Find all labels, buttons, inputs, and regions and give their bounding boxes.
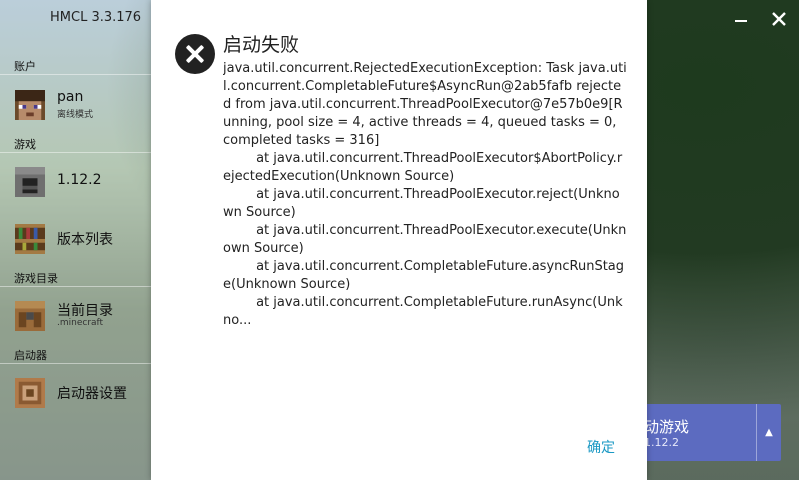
account-name: pan — [57, 89, 84, 105]
divider — [0, 363, 151, 364]
minimize-icon — [730, 8, 752, 30]
section-game-dir: 游戏目录 — [14, 272, 58, 285]
game-version-item[interactable]: 1.12.2 — [0, 160, 151, 204]
command-block-icon — [15, 378, 45, 408]
current-dir-item[interactable]: 当前目录 .minecraft — [0, 294, 151, 338]
furnace-icon — [15, 167, 45, 197]
sidebar: HMCL 3.3.176 账户 pan 离线模式 游戏 1.12.2 版本列表 … — [0, 0, 151, 480]
current-dir-path: .minecraft — [57, 318, 104, 328]
close-window-button[interactable] — [768, 8, 790, 30]
chevron-up-icon: ▲ — [765, 427, 773, 438]
section-game: 游戏 — [14, 138, 36, 151]
account-item[interactable]: pan 离线模式 — [0, 83, 151, 127]
launch-version: 1.12.2 — [644, 436, 679, 449]
error-icon — [175, 34, 215, 74]
section-launcher: 启动器 — [14, 349, 47, 362]
section-account: 账户 — [14, 60, 36, 73]
ok-button[interactable]: 确定 — [571, 436, 631, 460]
game-version-label: 1.12.2 — [57, 172, 102, 188]
divider — [0, 74, 151, 75]
divider — [0, 286, 151, 287]
launch-title: 动游戏 — [644, 418, 690, 436]
bookshelf-icon — [15, 224, 45, 254]
version-list-label: 版本列表 — [57, 232, 113, 248]
player-avatar — [15, 90, 45, 120]
launcher-settings-item[interactable]: 启动器设置 — [0, 371, 151, 415]
dialog-title: 启动失败 — [223, 34, 300, 56]
minimize-button[interactable] — [730, 8, 752, 30]
divider — [0, 152, 151, 153]
launcher-settings-label: 启动器设置 — [57, 386, 127, 402]
current-dir-label: 当前目录 — [57, 303, 113, 319]
error-message: java.util.concurrent.RejectedExecutionEx… — [223, 61, 627, 328]
error-dialog: 启动失败 java.util.concurrent.RejectedExecut… — [151, 0, 647, 480]
version-list-item[interactable]: 版本列表 — [0, 217, 151, 261]
app-title: HMCL 3.3.176 — [50, 10, 142, 25]
close-icon — [768, 8, 790, 30]
account-mode: 离线模式 — [57, 110, 94, 120]
crafting-table-icon — [15, 301, 45, 331]
launch-menu-toggle[interactable]: ▲ — [756, 404, 781, 461]
